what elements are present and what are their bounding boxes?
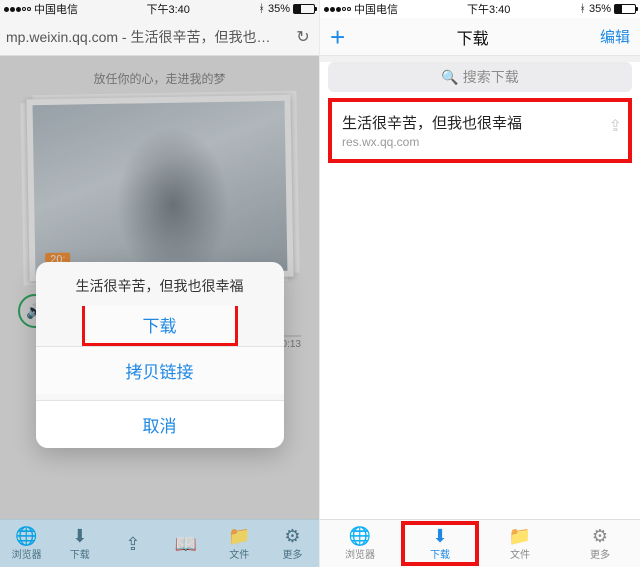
tab-browser[interactable]: 🌐浏览器 <box>0 520 53 567</box>
tab-bar: 🌐浏览器 ⬇下载 📁文件 ⚙更多 <box>320 519 640 567</box>
book-icon: 📖 <box>175 535 197 553</box>
tab-more[interactable]: ⚙更多 <box>560 520 640 567</box>
gear-icon: ⚙ <box>592 527 608 545</box>
add-button[interactable]: + <box>330 24 345 50</box>
share-icon: ⇪ <box>125 535 140 553</box>
status-bar: 中国电信 下午3:40 ᚼ 35% <box>320 0 640 18</box>
carrier-label: 中国电信 <box>354 1 398 17</box>
globe-icon: 🌐 <box>349 527 371 545</box>
bluetooth-icon: ᚼ <box>579 3 586 15</box>
tab-bookmarks[interactable]: 📖 <box>160 520 213 567</box>
sheet-download-button[interactable]: 下载 <box>82 306 238 346</box>
share-icon[interactable]: ⇪ <box>609 116 622 136</box>
edit-button[interactable]: 编辑 <box>600 26 630 47</box>
download-source: res.wx.qq.com <box>342 135 600 149</box>
tab-download[interactable]: ⬇下载 <box>400 520 480 567</box>
clock: 下午3:40 <box>467 1 510 17</box>
globe-icon: 🌐 <box>15 527 37 545</box>
signal-icon <box>4 7 31 12</box>
tab-share[interactable]: ⇪ <box>106 520 159 567</box>
page-body: 放任你的心，走进我的梦 20: 🔊 生活很辛苦，但你也很幸福 来自声眠 00:0… <box>0 56 319 519</box>
status-bar: 中国电信 下午3:40 ᚼ 35% <box>0 0 319 18</box>
signal-icon <box>324 7 351 12</box>
phone-right: 中国电信 下午3:40 ᚼ 35% + 下载 编辑 🔍 搜索下载 生活很辛苦，但… <box>320 0 640 567</box>
download-item[interactable]: 生活很辛苦，但我也很幸福 res.wx.qq.com ⇪ <box>328 98 632 163</box>
search-input[interactable]: 🔍 搜索下载 <box>328 62 632 92</box>
tab-bar: 🌐浏览器 ⬇下载 ⇪ 📖 📁文件 ⚙更多 <box>0 519 319 567</box>
folder-icon: 📁 <box>228 527 250 545</box>
phone-left: 中国电信 下午3:40 ᚼ 35% mp.weixin.qq.com - 生活很… <box>0 0 320 567</box>
url-title: mp.weixin.qq.com - 生活很辛苦，但我也… <box>6 27 293 47</box>
folder-icon: 📁 <box>509 527 531 545</box>
sheet-title: 生活很辛苦，但我也很幸福 <box>36 262 284 306</box>
tab-download[interactable]: ⬇下载 <box>53 520 106 567</box>
reload-icon[interactable]: ↻ <box>293 27 313 47</box>
url-bar[interactable]: mp.weixin.qq.com - 生活很辛苦，但我也… ↻ <box>0 18 319 56</box>
tab-more[interactable]: ⚙更多 <box>266 520 319 567</box>
sheet-cancel-button[interactable]: 取消 <box>36 400 284 448</box>
carrier-label: 中国电信 <box>34 1 78 17</box>
search-placeholder: 搜索下载 <box>463 67 519 87</box>
downloads-body: 🔍 搜索下载 生活很辛苦，但我也很幸福 res.wx.qq.com ⇪ <box>320 62 640 525</box>
battery-icon <box>293 4 315 14</box>
bluetooth-icon: ᚼ <box>258 3 265 15</box>
tab-files[interactable]: 📁文件 <box>213 520 266 567</box>
tab-files[interactable]: 📁文件 <box>480 520 560 567</box>
header-title: 下载 <box>457 25 489 49</box>
gear-icon: ⚙ <box>284 527 300 545</box>
download-icon: ⬇ <box>72 527 87 545</box>
action-sheet: 生活很辛苦，但我也很幸福 下载 拷贝链接 取消 <box>36 262 284 448</box>
clock: 下午3:40 <box>146 1 189 17</box>
download-icon: ⬇ <box>432 527 447 545</box>
downloads-header: + 下载 编辑 <box>320 18 640 56</box>
battery-icon <box>614 4 636 14</box>
download-title: 生活很辛苦，但我也很幸福 <box>342 112 600 133</box>
sheet-copylink-button[interactable]: 拷贝链接 <box>36 346 284 394</box>
battery-pct: 35% <box>268 3 290 15</box>
tab-browser[interactable]: 🌐浏览器 <box>320 520 400 567</box>
battery-pct: 35% <box>589 3 611 15</box>
search-icon: 🔍 <box>441 69 458 86</box>
